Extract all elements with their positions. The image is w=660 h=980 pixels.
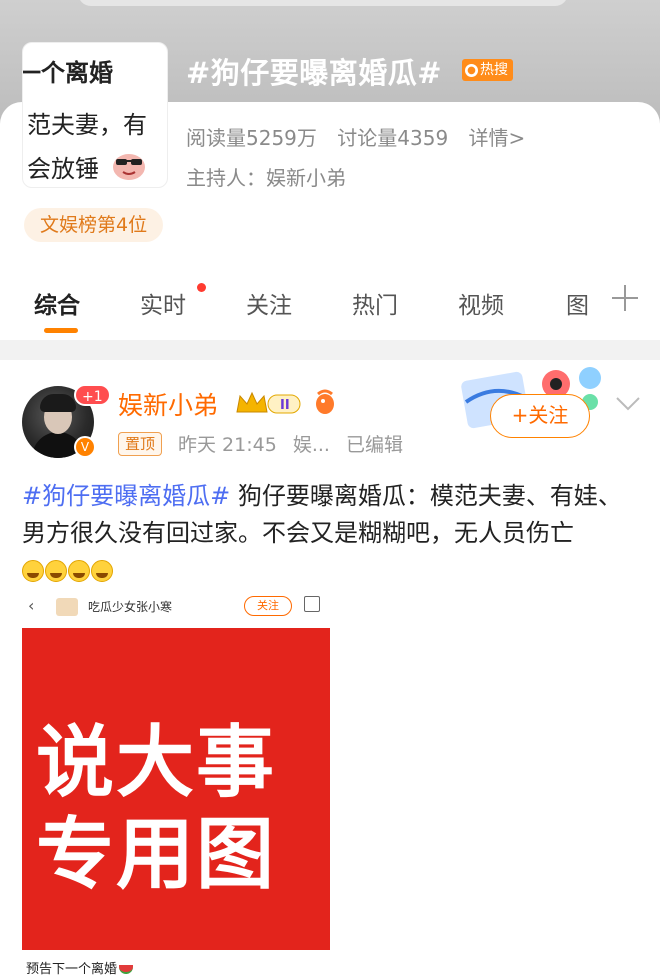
tab-following[interactable]: 关注: [246, 286, 292, 320]
cover-text-line: 会放锤: [27, 155, 99, 183]
topic-cover-image[interactable]: 一个离婚 范夫妻，有 会放锤: [22, 42, 168, 188]
topic-title: #狗仔要曝离婚瓜#: [186, 56, 443, 90]
image-caption-text: 预告下一个离婚: [26, 962, 118, 977]
hot-search-badge: ● 热搜: [462, 59, 513, 81]
post-time: 昨天 21:45: [178, 434, 277, 456]
laugh-cry-icon: [22, 559, 44, 582]
active-tab-indicator: [44, 328, 78, 333]
topic-header: 一个离婚 范夫妻，有 会放锤 #狗仔要曝离婚瓜# ● 热搜 阅读量5259万 讨…: [0, 0, 660, 342]
hot-icon: ●: [465, 63, 478, 77]
cover-text-line: 一个离婚: [22, 59, 113, 87]
new-dot-badge: [197, 283, 206, 292]
membership-crown-icon: II: [236, 391, 301, 414]
topic-host[interactable]: 主持人：娱新小弟: [186, 162, 346, 191]
discuss-count: 讨论量4359: [337, 126, 449, 150]
tab-video[interactable]: 视频: [458, 286, 504, 320]
fish-badge-icon: [316, 389, 334, 414]
svg-text:II: II: [280, 398, 290, 413]
pinned-tag: 置顶: [118, 432, 163, 456]
edited-label: 已编辑: [346, 434, 404, 456]
chevron-down-icon[interactable]: [614, 392, 642, 416]
avatar-hair: [40, 394, 76, 412]
embedded-account-name: 吃瓜少女张小寒: [88, 600, 173, 614]
rank-tag[interactable]: 文娱榜第4位: [24, 208, 164, 242]
laugh-cry-icon: [91, 559, 113, 582]
verified-icon: V: [74, 436, 96, 458]
post-hashtag-link[interactable]: #狗仔要曝离婚瓜#: [22, 482, 230, 510]
tab-bar: 综合 实时 关注 热门 视频 图: [0, 270, 660, 338]
plus-one-badge: +1: [74, 384, 111, 406]
watermelon-icon: [119, 965, 134, 974]
sunglasses-emoji-icon: [113, 154, 145, 180]
follow-button[interactable]: +关注: [490, 394, 590, 438]
laugh-cry-emoji-group: [22, 553, 114, 590]
section-divider: [0, 340, 660, 360]
post-meta: 昨天 21:45 娱... 已编辑: [178, 430, 413, 457]
search-bar[interactable]: [78, 0, 568, 6]
back-arrow-icon: ‹: [28, 596, 35, 615]
laugh-cry-icon: [45, 559, 67, 582]
topic-stats: 阅读量5259万 讨论量4359 详情>: [186, 122, 539, 151]
post-image[interactable]: 说大事 专用图: [22, 628, 330, 950]
image-text-line: 专用图: [36, 810, 277, 900]
laugh-cry-icon: [68, 559, 90, 582]
image-caption: 预告下一个离婚: [26, 958, 134, 977]
share-icon: [304, 596, 320, 612]
details-link[interactable]: 详情>: [469, 126, 526, 150]
tab-comprehensive[interactable]: 综合: [34, 286, 80, 320]
hot-badge-label: 热搜: [480, 62, 508, 78]
tab-images[interactable]: 图: [566, 286, 589, 320]
embedded-avatar: [56, 598, 78, 616]
add-tab-icon[interactable]: [612, 285, 638, 311]
embedded-follow-label: 关注: [244, 596, 292, 616]
post-body: #狗仔要曝离婚瓜# 狗仔要曝离婚瓜：模范夫妻、有娃、男方很久没有回过家。不会又是…: [22, 478, 642, 590]
read-count: 阅读量5259万: [186, 126, 317, 150]
embedded-screenshot-header: ‹ 吃瓜少女张小寒 关注: [22, 594, 332, 620]
post-username[interactable]: 娱新小弟: [118, 386, 218, 422]
cover-text-line: 范夫妻，有: [27, 111, 147, 139]
tab-realtime[interactable]: 实时: [140, 286, 186, 320]
tab-hot[interactable]: 热门: [352, 286, 398, 320]
post-source: 娱...: [292, 434, 330, 456]
